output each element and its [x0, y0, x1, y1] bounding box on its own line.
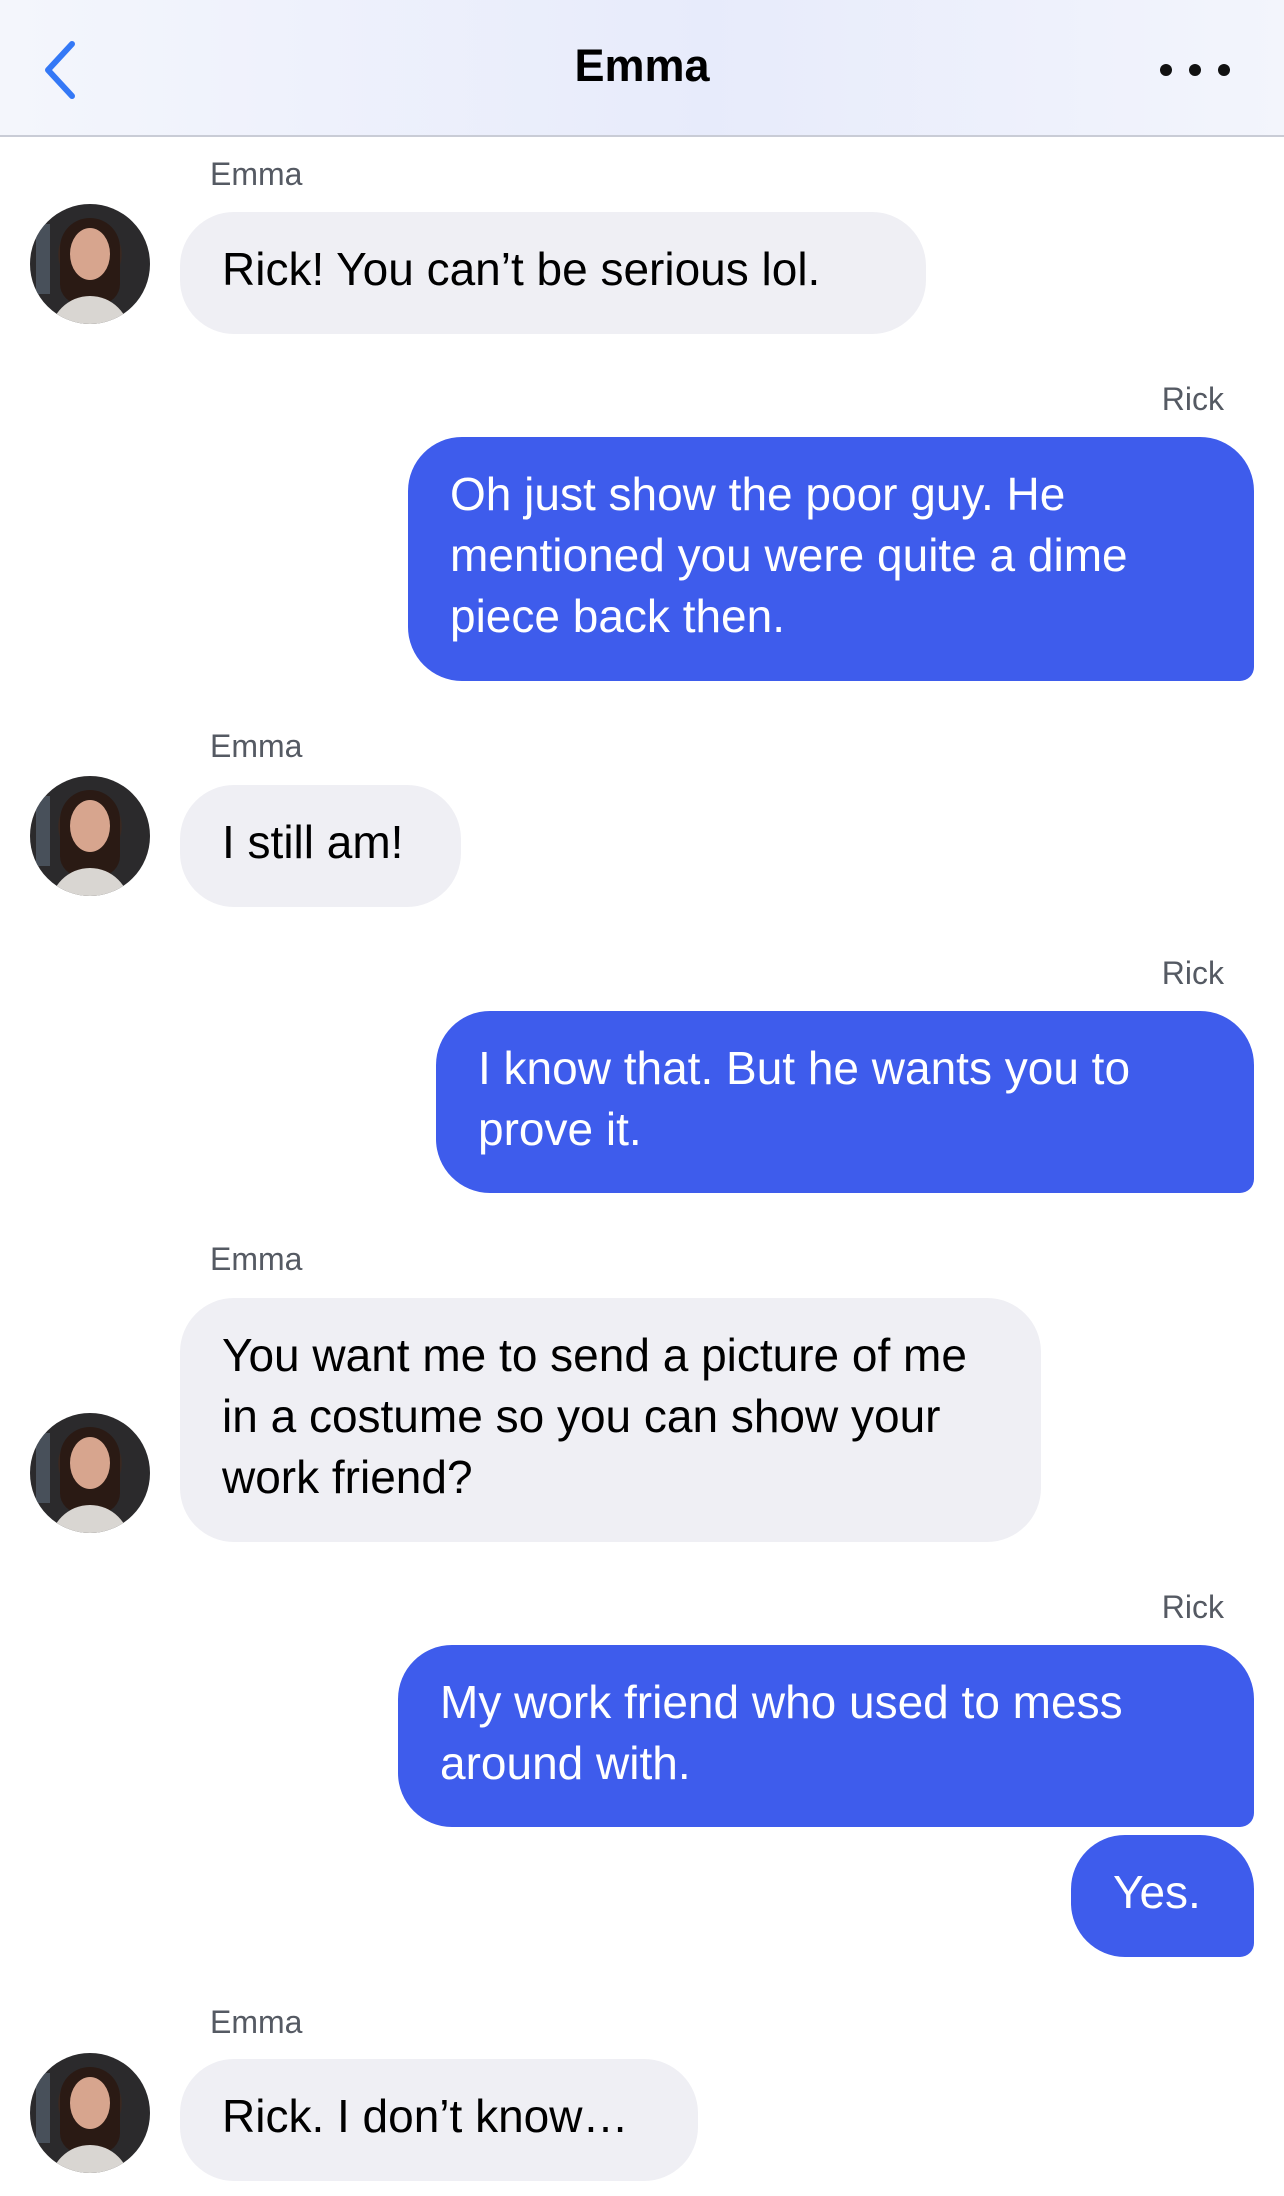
message-bubble-incoming[interactable]: Rick. I don’t know… [180, 2059, 698, 2181]
ellipsis-icon-dot [1189, 64, 1201, 76]
message-bubble-outgoing[interactable]: Oh just show the poor guy. He mentioned … [408, 437, 1254, 681]
avatar[interactable] [30, 204, 150, 324]
message-bubble-outgoing[interactable]: Yes. [1071, 1835, 1254, 1957]
chat-header: Emma [0, 0, 1284, 137]
sender-name: Emma [210, 728, 303, 764]
sender-name: Emma [210, 2004, 303, 2040]
sender-name: Emma [210, 1241, 303, 1277]
chat-title: Emma [574, 40, 710, 91]
avatar[interactable] [30, 776, 150, 896]
sender-name: Emma [210, 156, 303, 192]
ellipsis-icon [1160, 64, 1172, 76]
message-bubble-outgoing[interactable]: I know that. But he wants you to prove i… [436, 1011, 1254, 1193]
avatar[interactable] [30, 2053, 150, 2173]
message-bubble-incoming[interactable]: Rick! You can’t be serious lol. [180, 212, 926, 334]
sender-name: Rick [1161, 1589, 1224, 1625]
avatar[interactable] [30, 1413, 150, 1533]
sender-name: Rick [1161, 955, 1224, 991]
message-bubble-outgoing[interactable]: My work friend who used to mess around w… [398, 1645, 1254, 1827]
message-bubble-incoming[interactable]: You want me to send a picture of me in a… [180, 1298, 1041, 1542]
ellipsis-icon-dot [1218, 64, 1230, 76]
message-bubble-incoming[interactable]: I still am! [180, 785, 461, 907]
more-options-button[interactable] [1160, 50, 1230, 90]
sender-name: Rick [1161, 381, 1224, 417]
